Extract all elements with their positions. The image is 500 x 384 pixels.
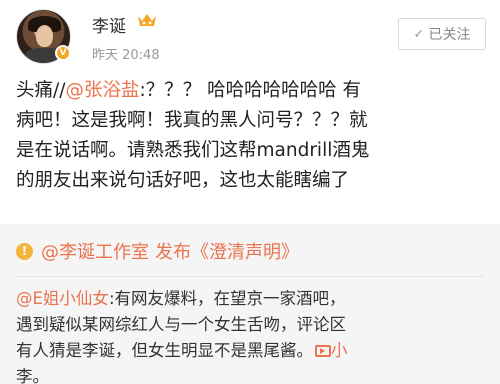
divider [16, 276, 484, 277]
video-icon[interactable] [315, 345, 331, 357]
crown-vip-icon [138, 14, 156, 26]
user-name[interactable]: 李诞 [92, 12, 126, 37]
post-header: V 李诞 昨天 20:48 ✓ 已关注 [0, 0, 500, 72]
follow-button-label: 已关注 [428, 27, 471, 43]
notice-action[interactable]: 发布《澄清声明》 [155, 238, 299, 264]
post-line: 的朋友出来说句话好吧，这也太能瞎编了 [16, 170, 350, 191]
repost-notice: ! @李诞工作室 发布《澄清声明》 [16, 238, 299, 264]
post-line: 是在说话啊。请熟悉我们这帮mandrill酒鬼 [16, 140, 370, 161]
repost-line: 李。 [16, 367, 49, 384]
repost-line: 遇到疑似某网综红人与一个女生舌吻，评论区 [16, 315, 346, 334]
post-text: 头痛//@张浴盐:？？？ 哈哈哈哈哈哈哈 有 病吧！这是我啊！我真的黑人问号？？… [16, 76, 490, 196]
repost-line: @E姐小仙女:有网友爆料，在望京一家酒吧， [16, 289, 346, 308]
check-icon: ✓ [413, 26, 425, 42]
post-time: 昨天 20:48 [92, 48, 160, 63]
post-line: 头痛//@张浴盐:？？？ 哈哈哈哈哈哈哈 有 [16, 80, 361, 101]
video-link[interactable]: 小 [331, 341, 348, 360]
follow-button[interactable]: ✓ 已关注 [398, 18, 486, 50]
repost-line: 有人猜是李诞，但女生明显不是黑尾酱。小 [16, 341, 348, 360]
verified-badge-icon: V [55, 45, 71, 61]
repost-card[interactable]: ! @李诞工作室 发布《澄清声明》 @E姐小仙女:有网友爆料，在望京一家酒吧， 遇… [0, 224, 500, 384]
exclamation-icon: ! [16, 242, 33, 260]
repost-text: @E姐小仙女:有网友爆料，在望京一家酒吧， 遇到疑似某网综红人与一个女生舌吻，评… [16, 286, 486, 384]
mention-link[interactable]: @E姐小仙女 [16, 289, 109, 308]
mention-link[interactable]: @张浴盐 [65, 80, 139, 101]
post-line: 病吧！这是我啊！我真的黑人问号？？？就 [16, 110, 368, 131]
notice-account-link[interactable]: @李诞工作室 [41, 238, 149, 264]
